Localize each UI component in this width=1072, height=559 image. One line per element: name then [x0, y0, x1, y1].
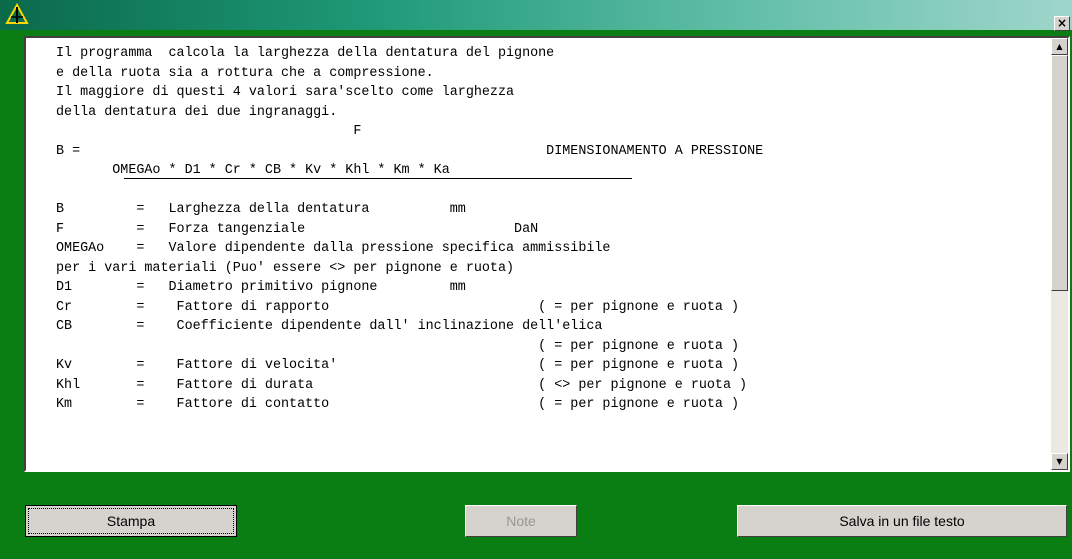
text-line: Km = Fattore di contatto ( = per pignone…: [56, 397, 740, 412]
text-line: D1 = Diametro primitivo pignone mm: [56, 280, 466, 295]
text-line: Kv = Fattore di velocita' ( = per pignon…: [56, 358, 740, 373]
text-line: F: [56, 124, 362, 139]
scroll-down-icon[interactable]: ▼: [1051, 453, 1068, 470]
text-line: [56, 181, 1036, 201]
text-line: Khl = Fattore di durata ( <> per pignone…: [56, 377, 748, 393]
text-line: e della ruota sia a rottura che a compre…: [56, 65, 434, 81]
text-line: Il programma calcola la larghezza della …: [56, 46, 555, 61]
text-line: della dentatura dei due ingranaggi.: [56, 104, 338, 120]
text-line: per i vari materiali (Puo' essere <> per…: [56, 260, 515, 276]
text-line: Cr = Fattore di rapporto ( = per pignone…: [56, 299, 740, 315]
save-to-text-file-button[interactable]: Salva in un file testo: [737, 505, 1067, 537]
description-panel: Il programma calcola la larghezza della …: [24, 36, 1070, 472]
text-line: OMEGAo = Valore dipendente dalla pressio…: [56, 241, 611, 256]
text-line: CB = Coefficiente dipendente dall' incli…: [56, 319, 603, 334]
text-line: Il maggiore di questi 4 valori sara'scel…: [56, 85, 515, 100]
close-icon[interactable]: ×: [1054, 16, 1070, 31]
print-button[interactable]: Stampa: [25, 505, 237, 537]
scroll-up-icon[interactable]: ▲: [1051, 38, 1068, 55]
title-bar: ×: [0, 0, 1072, 31]
text-line: F = Forza tangenziale DaN: [56, 221, 539, 237]
fraction-line: [124, 178, 632, 179]
app-logo-icon: [5, 3, 29, 24]
text-line: B = Larghezza della dentatura mm: [56, 202, 466, 217]
text-line: B = DIMENSIONAMENTO A PRESSIONE: [56, 143, 764, 159]
vertical-scrollbar[interactable]: ▲ ▼: [1051, 38, 1068, 470]
notes-button: Note: [465, 505, 577, 537]
text-line: ( = per pignone e ruota ): [56, 338, 740, 354]
scroll-thumb[interactable]: [1051, 55, 1068, 291]
print-button-label: Stampa: [28, 508, 234, 534]
description-text: Il programma calcola la larghezza della …: [56, 44, 1036, 464]
